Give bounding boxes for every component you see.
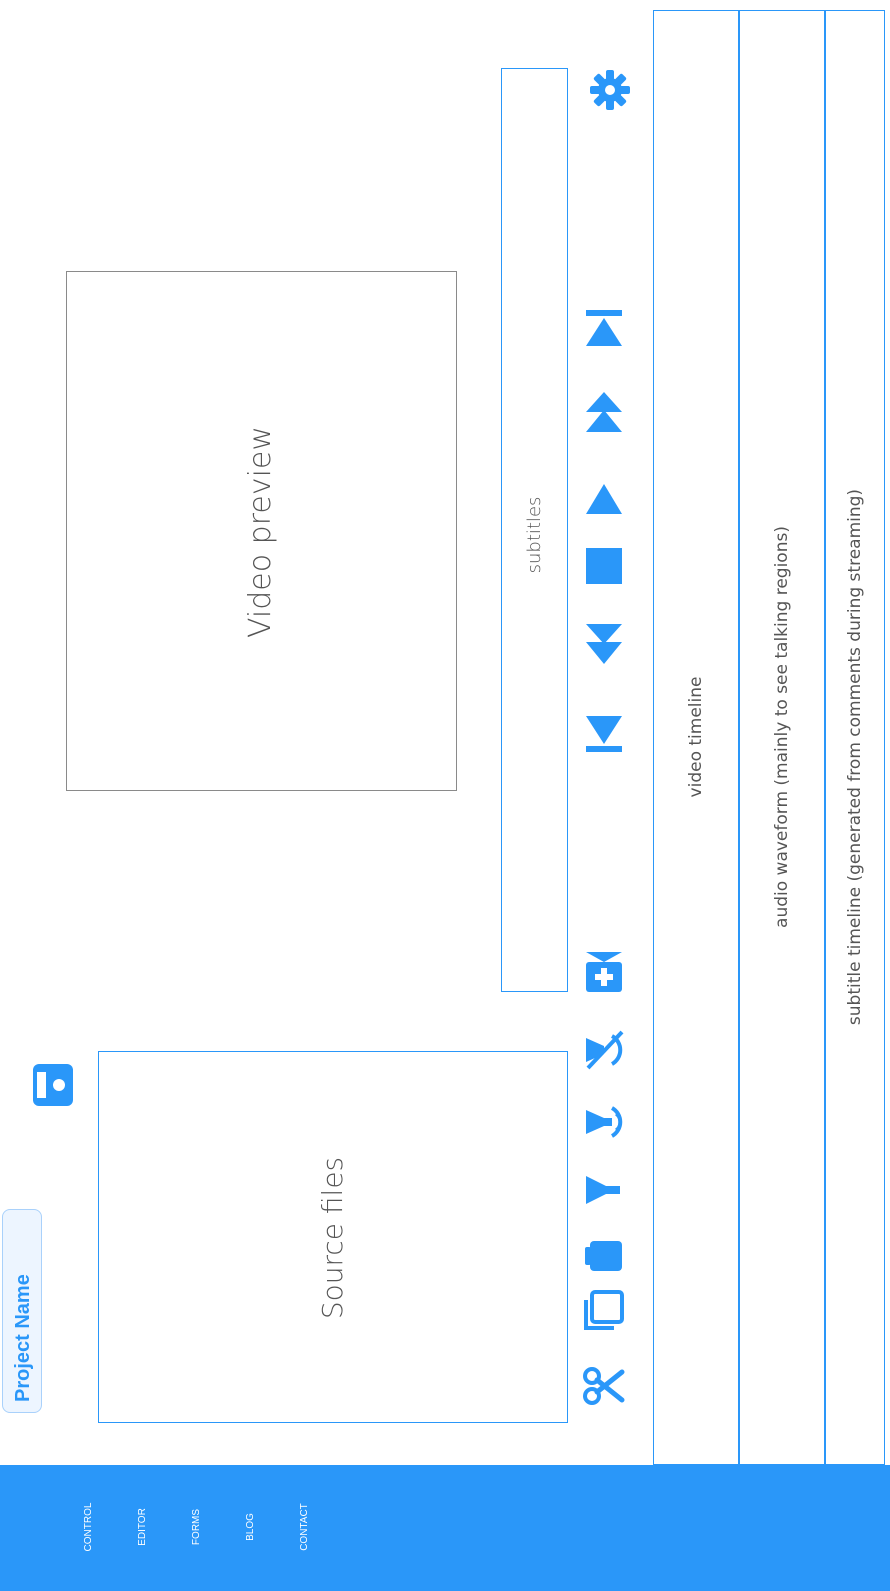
skip-end-icon[interactable] [582,306,626,350]
save-icon[interactable] [33,1064,73,1106]
add-clip-icon[interactable] [582,950,626,994]
copy-icon[interactable] [582,1288,626,1332]
rewind-icon[interactable] [582,622,626,666]
nav-item-blog[interactable]: BLOG [244,1487,258,1567]
nav-item-forms[interactable]: FORMS [190,1487,204,1567]
skip-start-icon[interactable] [582,712,626,756]
speaker-icon[interactable] [582,1100,626,1144]
delete-icon[interactable] [582,1233,626,1277]
fast-forward-icon[interactable] [582,390,626,434]
hide-icon[interactable] [582,1028,626,1072]
nav-item-control[interactable]: CONTROL [82,1487,96,1567]
nav-item-editor[interactable]: EDITOR [136,1487,150,1567]
cut-icon[interactable] [582,1364,626,1408]
settings-icon[interactable] [588,68,632,112]
source-files-label: Source files [316,1156,349,1320]
audio-waveform-label: audio waveform (mainly to see talking re… [772,526,792,928]
stop-icon[interactable] [582,544,626,588]
main-nav [0,1465,890,1591]
video-timeline-label: video timeline [686,676,706,798]
video-preview-label: Video preview [243,426,278,638]
project-name-field[interactable]: Project Name [2,1209,42,1413]
mute-icon[interactable] [582,1168,626,1212]
nav-item-contact[interactable]: CONTACT [298,1487,312,1567]
subtitles-label: subtitles [524,496,545,574]
subtitle-timeline-label: subtitle timeline (generated from commen… [845,488,865,1026]
play-icon[interactable] [582,478,626,522]
